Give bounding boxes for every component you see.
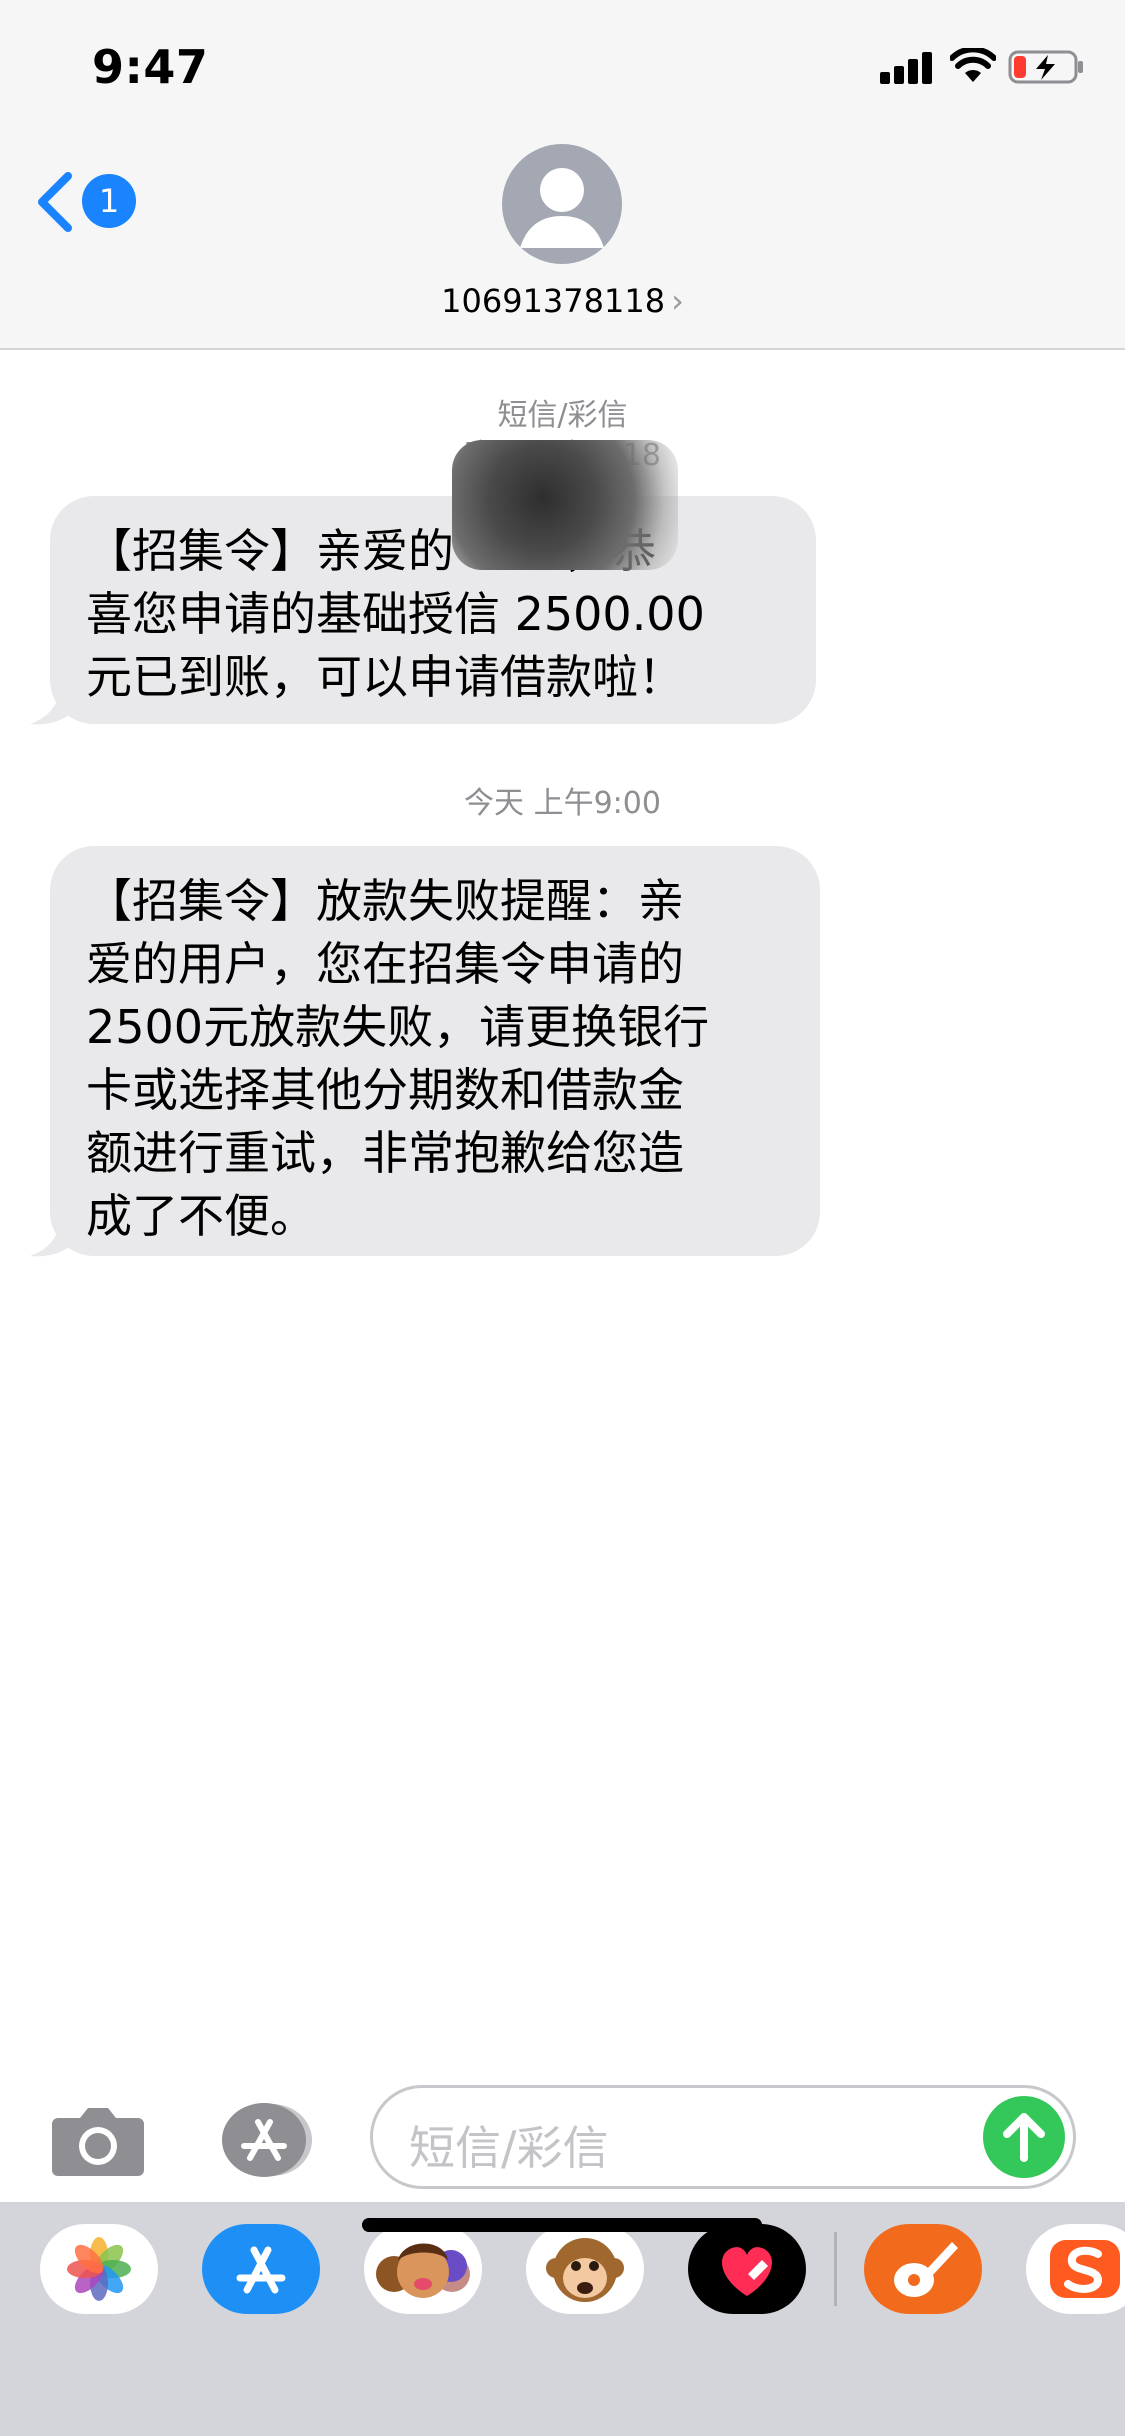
app-store-icon[interactable] bbox=[202, 2224, 320, 2314]
message-type-label: 短信/彩信 bbox=[497, 398, 628, 433]
composer-bar: 短信/彩信 bbox=[0, 2080, 1125, 2200]
bubble-tail bbox=[30, 1218, 74, 1257]
incoming-message-bubble[interactable]: 【招集令】亲爱的，恭 喜您申请的基础授信 2500.00 元已到账，可以申请借款… bbox=[50, 496, 816, 724]
contact-number: 10691378118 bbox=[441, 282, 666, 320]
animoji-monkey-icon[interactable] bbox=[526, 2224, 644, 2314]
message-line: 卡或选择其他分期数和借款金 bbox=[86, 1063, 684, 1117]
home-indicator[interactable] bbox=[362, 2218, 762, 2232]
status-time: 9:47 bbox=[92, 40, 209, 94]
digital-touch-icon[interactable] bbox=[688, 2224, 806, 2314]
contact-avatar[interactable] bbox=[502, 144, 622, 264]
conversation-header: 1 10691378118 › bbox=[0, 140, 1125, 350]
chevron-left-icon bbox=[38, 172, 72, 232]
memoji-icon[interactable] bbox=[364, 2224, 482, 2314]
garageband-icon[interactable] bbox=[864, 2224, 982, 2314]
cellular-signal-icon bbox=[880, 52, 936, 84]
wifi-icon bbox=[950, 48, 996, 82]
message-line: 元已到账，可以申请借款啦！ bbox=[86, 650, 684, 704]
status-bar: 9:47 bbox=[0, 0, 1125, 140]
contact-name-button[interactable]: 10691378118 › bbox=[0, 282, 1125, 320]
message-timestamp: 今天 上午9:00 bbox=[464, 786, 661, 821]
message-input-placeholder: 短信/彩信 bbox=[409, 2121, 609, 2175]
message-input[interactable]: 短信/彩信 bbox=[370, 2085, 1076, 2189]
camera-icon[interactable] bbox=[50, 2102, 146, 2178]
photos-icon[interactable] bbox=[40, 2224, 158, 2314]
redaction-scribble bbox=[452, 440, 678, 570]
app-store-button-icon[interactable] bbox=[208, 2102, 318, 2178]
drawer-divider bbox=[834, 2232, 837, 2306]
unread-count-badge: 1 bbox=[82, 174, 136, 228]
chevron-right-icon: › bbox=[671, 282, 684, 320]
incoming-message-bubble[interactable]: 【招集令】放款失败提醒：亲 爱的用户，您在招集令申请的 2500元放款失败，请更… bbox=[50, 846, 820, 1256]
imessage-app-drawer bbox=[0, 2202, 1125, 2436]
person-icon bbox=[520, 168, 604, 248]
back-button[interactable]: 1 bbox=[36, 166, 146, 236]
arrow-up-icon bbox=[1003, 2113, 1045, 2162]
message-line: 喜您申请的基础授信 2500.00 bbox=[86, 587, 705, 641]
battery-icon bbox=[1008, 50, 1083, 84]
message-line: 爱的用户，您在招集令申请的 bbox=[86, 937, 684, 991]
bubble-tail bbox=[30, 686, 74, 725]
message-line: 额进行重试，非常抱歉给您造 bbox=[86, 1126, 684, 1180]
send-button[interactable] bbox=[983, 2096, 1065, 2178]
sogou-input-icon[interactable] bbox=[1026, 2224, 1125, 2314]
message-line: 【招集令】放款失败提醒：亲 bbox=[86, 874, 684, 928]
message-line: 成了不便。 bbox=[86, 1189, 316, 1243]
message-line: 2500元放款失败，请更换银行 bbox=[86, 1000, 710, 1054]
